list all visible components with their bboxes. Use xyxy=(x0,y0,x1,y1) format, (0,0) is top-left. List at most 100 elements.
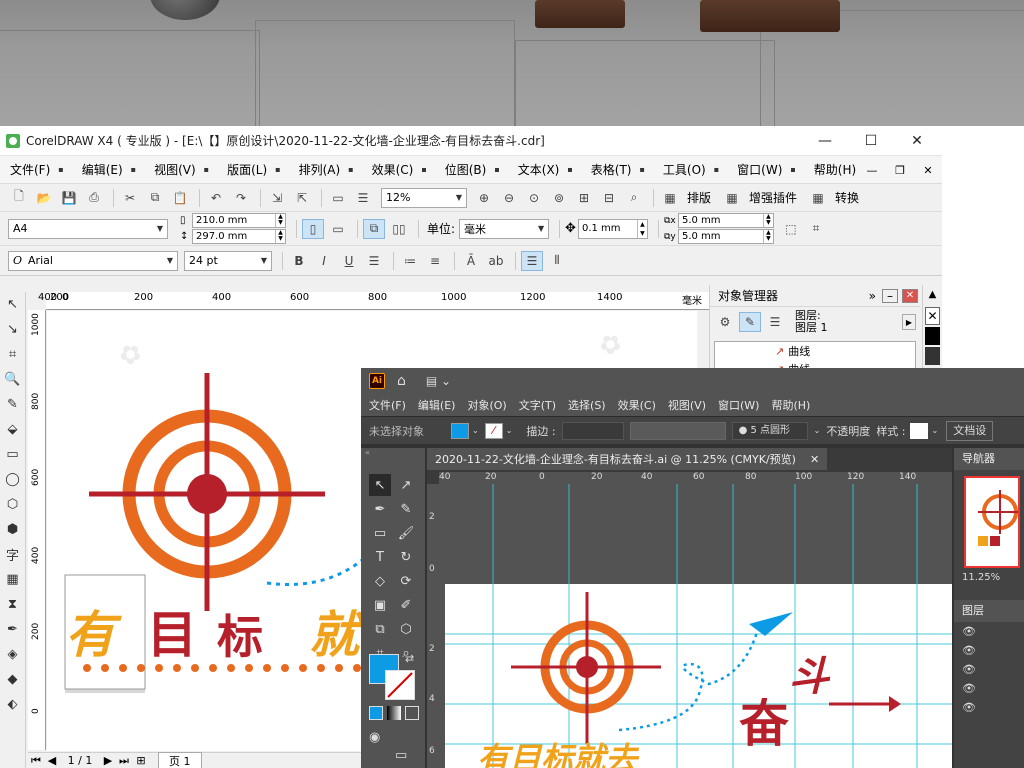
basic-shapes-icon[interactable]: ⬢ xyxy=(0,517,25,542)
doc-close-button[interactable]: ✕ xyxy=(914,164,942,177)
doc-restore-button[interactable]: ❐ xyxy=(886,164,914,177)
direct-selection-tool-icon[interactable]: ↗ xyxy=(395,474,417,496)
ai-menu-view[interactable]: 视图(V) xyxy=(668,397,706,413)
blend-tool-icon[interactable]: ⧉ xyxy=(369,618,391,640)
fill-tool-icon[interactable]: ◆ xyxy=(0,667,25,692)
zoom-level-select[interactable]: 12% ▼ xyxy=(381,187,467,208)
ai-horizontal-ruler[interactable]: 40 20 0 20 40 60 80 100 120 140 xyxy=(439,472,952,484)
opacity-label[interactable]: 不透明度 xyxy=(826,423,870,439)
bold-icon[interactable]: B xyxy=(288,251,310,271)
layer-visibility-icon[interactable]: 👁 xyxy=(962,641,1024,660)
none-mode-icon[interactable] xyxy=(405,706,419,720)
document-setup-button[interactable]: 文档设 xyxy=(946,420,994,441)
vertical-text-icon[interactable]: ⫴ xyxy=(546,251,568,271)
zoom-selected-icon[interactable]: ⊙ xyxy=(523,188,545,208)
zoom-width-icon[interactable]: ⊟ xyxy=(598,188,620,208)
layer-visibility-icon[interactable]: 👁 xyxy=(962,679,1024,698)
brush-definition-select[interactable]: ● 5 点圆形 xyxy=(731,421,808,440)
eyedropper-tool-icon[interactable]: ✐ xyxy=(395,594,417,616)
menu-view[interactable]: 视图(V) ▪ xyxy=(154,161,209,178)
close-button[interactable]: ✕ xyxy=(894,126,940,156)
stroke-color-box[interactable] xyxy=(385,670,415,700)
color-mode-icon[interactable] xyxy=(369,706,383,720)
layer-manager-icon[interactable]: ☰ xyxy=(764,312,786,332)
treat-as-filled-icon[interactable]: ⬚ xyxy=(780,219,802,239)
menu-text[interactable]: 文本(X) ▪ xyxy=(518,161,573,178)
page-width-field[interactable]: 210.0 mm ▲ ▼ xyxy=(192,213,286,228)
table-tool-icon[interactable]: ▦ xyxy=(0,567,25,592)
horizontal-ruler[interactable]: 400 200 0 200 400 600 800 1000 1200 1400… xyxy=(38,292,709,310)
paper-size-select[interactable]: A4 ▼ xyxy=(8,218,168,239)
ai-menu-effect[interactable]: 效果(C) xyxy=(618,397,656,413)
pen-tool-icon[interactable]: ✒ xyxy=(369,498,391,520)
layer-visibility-icon[interactable]: 👁 xyxy=(962,660,1024,679)
tools-collapse-icon[interactable]: « xyxy=(361,448,425,458)
ai-document-tab[interactable]: 2020-11-22-文化墙-企业理念-有目标去奋斗.ai @ 11.25% (… xyxy=(427,448,828,470)
horizontal-text-icon[interactable]: ☰ xyxy=(521,250,543,271)
ai-menu-object[interactable]: 对象(O) xyxy=(467,397,506,413)
paste-icon[interactable]: 📋 xyxy=(169,188,191,208)
layer-visibility-icon[interactable]: 👁 xyxy=(962,698,1024,717)
landscape-icon[interactable]: ▭ xyxy=(327,219,349,239)
menu-arrange[interactable]: 排列(A) ▪ xyxy=(299,161,354,178)
first-page-icon[interactable]: ⏮ xyxy=(28,754,44,768)
ai-pasteboard[interactable]: 斗 奋 有目标就去 xyxy=(439,484,952,768)
show-properties-icon[interactable]: ⚙ xyxy=(714,312,736,332)
docker-flyout-icon[interactable]: ▶ xyxy=(902,314,916,330)
ai-menu-type[interactable]: 文字(T) xyxy=(519,397,556,413)
palette-scroll-up-icon[interactable]: ▲ xyxy=(923,285,942,305)
shape-builder-tool-icon[interactable]: ⬡ xyxy=(395,618,417,640)
menu-layout[interactable]: 版面(L) ▪ xyxy=(227,161,280,178)
underline-icon[interactable]: U xyxy=(338,251,360,271)
fill-dropdown-icon[interactable]: ⌄ xyxy=(472,426,479,435)
lasso-tool-icon[interactable]: ⟳ xyxy=(395,570,417,592)
edit-text-icon[interactable]: ab xyxy=(485,251,507,271)
ai-menu-edit[interactable]: 编辑(E) xyxy=(418,397,456,413)
alignment-icon[interactable]: ☰ xyxy=(363,251,385,271)
bullets-icon[interactable]: ≔ xyxy=(399,251,421,271)
zoom-out-icon[interactable]: ⊖ xyxy=(498,188,520,208)
portrait-icon[interactable]: ▯ xyxy=(302,218,324,239)
eyedropper-tool-icon[interactable]: ✒ xyxy=(0,617,25,642)
type-tool-icon[interactable]: T xyxy=(369,546,391,568)
duplicate-x-field[interactable]: 5.0 mm ▲ ▼ xyxy=(677,213,774,228)
pick-tool-icon[interactable]: ↖ xyxy=(0,292,25,317)
application-launcher-icon[interactable]: ▭ xyxy=(327,188,349,208)
screen-mode-icon[interactable]: ▭ xyxy=(395,748,407,763)
paintbrush-tool-icon[interactable]: 🖌 xyxy=(395,522,417,544)
ai-menu-file[interactable]: 文件(F) xyxy=(369,397,406,413)
outline-tool-icon[interactable]: ◈ xyxy=(0,642,25,667)
minimize-button[interactable]: — xyxy=(802,126,848,156)
workspace-switcher-icon[interactable]: ▤ ⌄ xyxy=(426,374,451,388)
stroke-swatch[interactable]: ⁄ xyxy=(484,422,503,439)
import-icon[interactable]: ⇲ xyxy=(266,188,288,208)
navigator-zoom-field[interactable]: 11.25% xyxy=(954,568,1024,586)
cut-icon[interactable]: ✂ xyxy=(119,188,141,208)
swap-fill-stroke-icon[interactable]: ⇄ xyxy=(405,652,414,665)
navigator-panel-tab[interactable]: 导航器 xyxy=(954,448,1024,470)
zoom-height-icon[interactable]: ⌕ xyxy=(623,188,645,208)
duplicate-y-field[interactable]: 5.0 mm ▲ ▼ xyxy=(677,229,774,244)
layer-visibility-icon[interactable]: 👁 xyxy=(962,622,1024,641)
export-icon[interactable]: ⇱ xyxy=(291,188,313,208)
copy-icon[interactable]: ⧉ xyxy=(144,188,166,208)
current-page-icon[interactable]: ▯▯ xyxy=(388,219,410,239)
menu-window[interactable]: 窗口(W) ▪ xyxy=(737,161,796,178)
menu-help[interactable]: 帮助(H) xyxy=(814,161,856,178)
no-color-swatch[interactable]: ✕ xyxy=(925,307,940,325)
layout-plugin-button[interactable]: 排版 xyxy=(687,189,711,206)
polygon-tool-icon[interactable]: ⬡ xyxy=(0,492,25,517)
draw-mode-icon[interactable]: ◉ xyxy=(369,730,380,745)
enhance-plugin-button[interactable]: 增强插件 xyxy=(749,189,797,206)
zoom-in-icon[interactable]: ⊕ xyxy=(473,188,495,208)
eraser-tool-icon[interactable]: ◇ xyxy=(369,570,391,592)
print-icon[interactable]: ⎙ xyxy=(83,188,105,208)
nudge-distance-field[interactable]: 0.1 mm ▲ ▼ xyxy=(577,218,648,239)
italic-icon[interactable]: I xyxy=(313,251,335,271)
font-size-select[interactable]: 24 pt ▼ xyxy=(184,250,272,271)
all-pages-icon[interactable]: ⧉ xyxy=(363,218,385,239)
stroke-weight-field[interactable] xyxy=(561,421,624,440)
edit-across-layers-icon[interactable]: ✎ xyxy=(739,312,761,332)
shape-tool-icon[interactable]: ↘ xyxy=(0,317,25,342)
character-format-icon[interactable]: Ā xyxy=(460,251,482,271)
